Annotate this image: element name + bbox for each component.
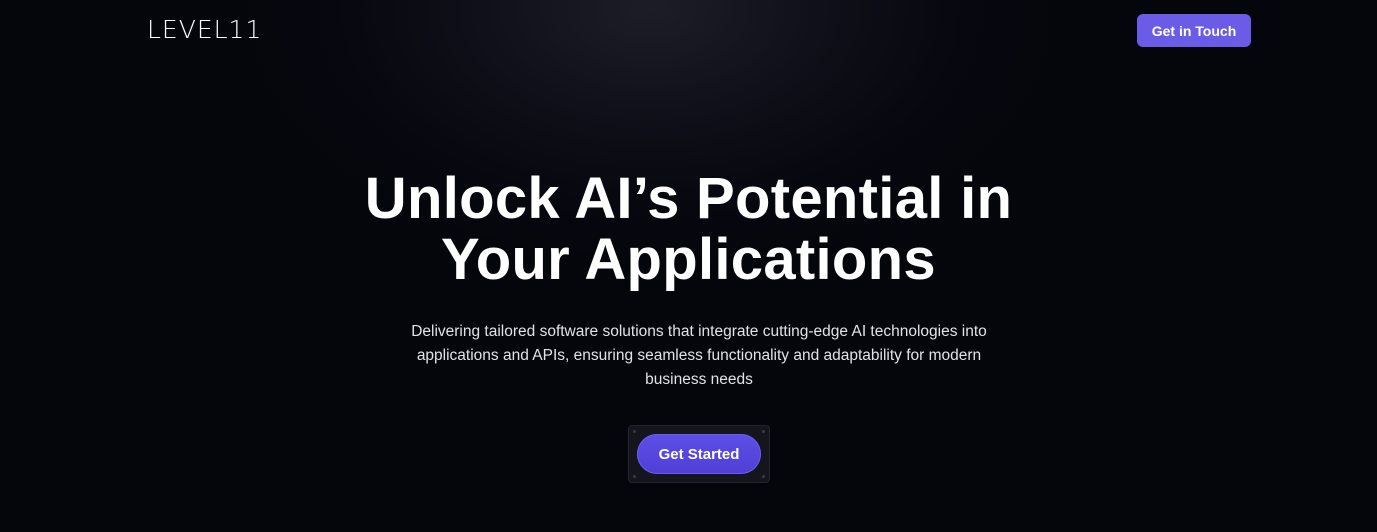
get-in-touch-button[interactable]: Get in Touch (1137, 14, 1251, 47)
frame-corner-dot (633, 475, 636, 478)
hero-title-line-2: Your Applications (441, 227, 936, 292)
frame-corner-dot (762, 430, 765, 433)
frame-corner-dot (633, 430, 636, 433)
logo[interactable]: LEVEL11 (147, 15, 262, 45)
frame-corner-dot (762, 475, 765, 478)
get-started-button[interactable]: Get Started (637, 434, 761, 474)
hero-title-line-1: Unlock AI’s Potential in (364, 166, 1013, 231)
hero-subtitle: Delivering tailored software solutions t… (411, 323, 987, 388)
hero-title: Unlock AI’s Potential in Your Applicatio… (0, 168, 1377, 290)
